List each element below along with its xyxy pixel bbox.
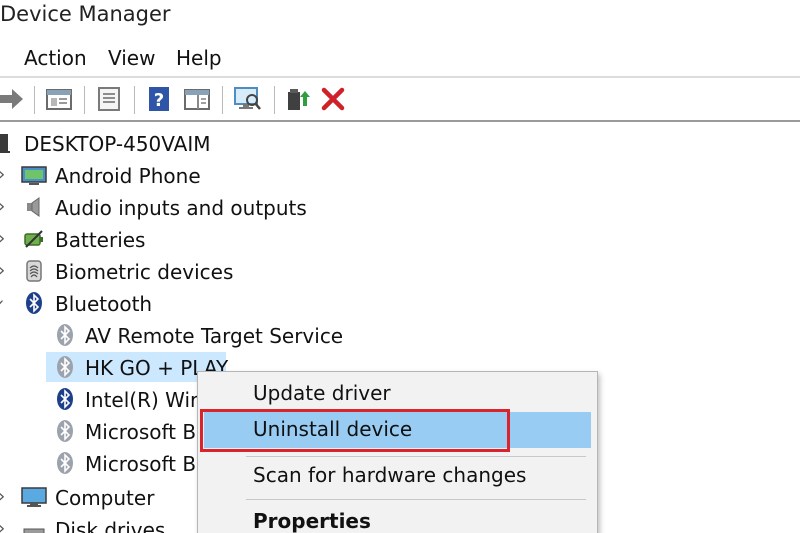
tree-item-android-phone[interactable]: › Android Phone <box>0 160 300 190</box>
category-label: Computer <box>55 486 155 510</box>
bluetooth-icon <box>53 355 77 379</box>
bluetooth-icon <box>53 451 77 475</box>
device-label: Microsoft Bl <box>85 452 197 476</box>
disk-icon <box>22 517 46 533</box>
battery-icon <box>22 227 46 251</box>
menu-properties[interactable]: Properties <box>198 504 597 533</box>
toolbar-separator <box>134 86 135 114</box>
menu-update-driver[interactable]: Update driver <box>198 376 597 412</box>
update-driver-icon[interactable] <box>282 84 312 114</box>
category-label: Biometric devices <box>55 260 234 284</box>
tree-item-bluetooth-child[interactable]: AV Remote Target Service <box>0 320 360 350</box>
device-label: Microsoft Bl <box>85 420 197 444</box>
menu-action[interactable]: Action <box>24 46 87 70</box>
context-menu: Update driver Uninstall device Scan for … <box>197 371 598 533</box>
expand-chevron-icon[interactable]: › <box>0 196 5 217</box>
tree-item-biometric[interactable]: › Biometric devices <box>0 256 300 286</box>
category-label: Audio inputs and outputs <box>55 196 307 220</box>
menu-scan-hardware[interactable]: Scan for hardware changes <box>198 458 597 494</box>
tree-item-disk-drives[interactable]: › Disk drives <box>0 514 197 533</box>
forward-arrow-icon[interactable] <box>0 84 26 114</box>
fingerprint-icon <box>22 259 46 283</box>
device-label: AV Remote Target Service <box>85 324 344 348</box>
device-label: Intel(R) Wire <box>85 388 197 412</box>
window-title: Device Manager <box>0 2 171 26</box>
bluetooth-icon <box>53 323 77 347</box>
tree-root[interactable]: DESKTOP-450VAIM <box>0 128 300 158</box>
toolbar: ? <box>0 76 800 122</box>
bluetooth-icon <box>53 419 77 443</box>
toolbar-separator <box>222 86 223 114</box>
collapse-chevron-icon[interactable]: › <box>0 299 10 306</box>
menu-item-label: Update driver <box>253 381 391 405</box>
show-hidden-icon[interactable] <box>94 84 124 114</box>
uninstall-icon[interactable] <box>318 84 348 114</box>
expand-chevron-icon[interactable]: › <box>0 518 5 533</box>
category-label: Batteries <box>55 228 146 252</box>
category-label: Disk drives <box>55 518 166 533</box>
expand-chevron-icon[interactable]: › <box>0 228 5 249</box>
monitor-icon <box>20 485 48 509</box>
tree-item-audio[interactable]: › Audio inputs and outputs <box>0 192 330 222</box>
scan-hardware-icon[interactable] <box>232 84 262 114</box>
tree-item-bluetooth[interactable]: › Bluetooth <box>0 288 300 318</box>
menu-separator <box>246 456 586 457</box>
speaker-icon <box>22 195 46 219</box>
menu-help[interactable]: Help <box>176 46 222 70</box>
toolbar-separator <box>34 86 35 114</box>
tree-item-batteries[interactable]: › Batteries <box>0 224 300 254</box>
tree-item-bluetooth-child[interactable]: Microsoft Bl <box>0 416 197 446</box>
phone-monitor-icon <box>20 163 48 187</box>
menu-separator <box>246 499 586 500</box>
computer-icon <box>0 131 16 155</box>
menu-item-label: Scan for hardware changes <box>253 463 527 487</box>
bluetooth-icon <box>53 387 77 411</box>
columns-icon[interactable] <box>182 84 212 114</box>
annotation-highlight-box <box>200 409 510 452</box>
tree-item-bluetooth-child[interactable]: Intel(R) Wire <box>0 384 197 414</box>
menu-view[interactable]: View <box>108 46 155 70</box>
category-label: Android Phone <box>55 164 201 188</box>
root-label: DESKTOP-450VAIM <box>24 132 211 156</box>
title-bar: Device Manager <box>0 0 800 30</box>
toolbar-separator <box>84 86 85 114</box>
category-label: Bluetooth <box>55 292 153 316</box>
expand-chevron-icon[interactable]: › <box>0 164 5 185</box>
expand-chevron-icon[interactable]: › <box>0 486 5 507</box>
help-icon[interactable]: ? <box>144 84 174 114</box>
tree-item-bluetooth-child[interactable]: Microsoft Bl <box>0 448 197 478</box>
menu-item-label: Properties <box>253 509 371 533</box>
svg-text:?: ? <box>154 90 164 111</box>
properties-pane-icon[interactable] <box>44 84 74 114</box>
toolbar-separator <box>274 86 275 114</box>
menu-bar: Action View Help <box>0 44 800 74</box>
expand-chevron-icon[interactable]: › <box>0 260 5 281</box>
tree-item-computer[interactable]: › Computer <box>0 482 197 512</box>
bluetooth-icon <box>22 291 46 315</box>
